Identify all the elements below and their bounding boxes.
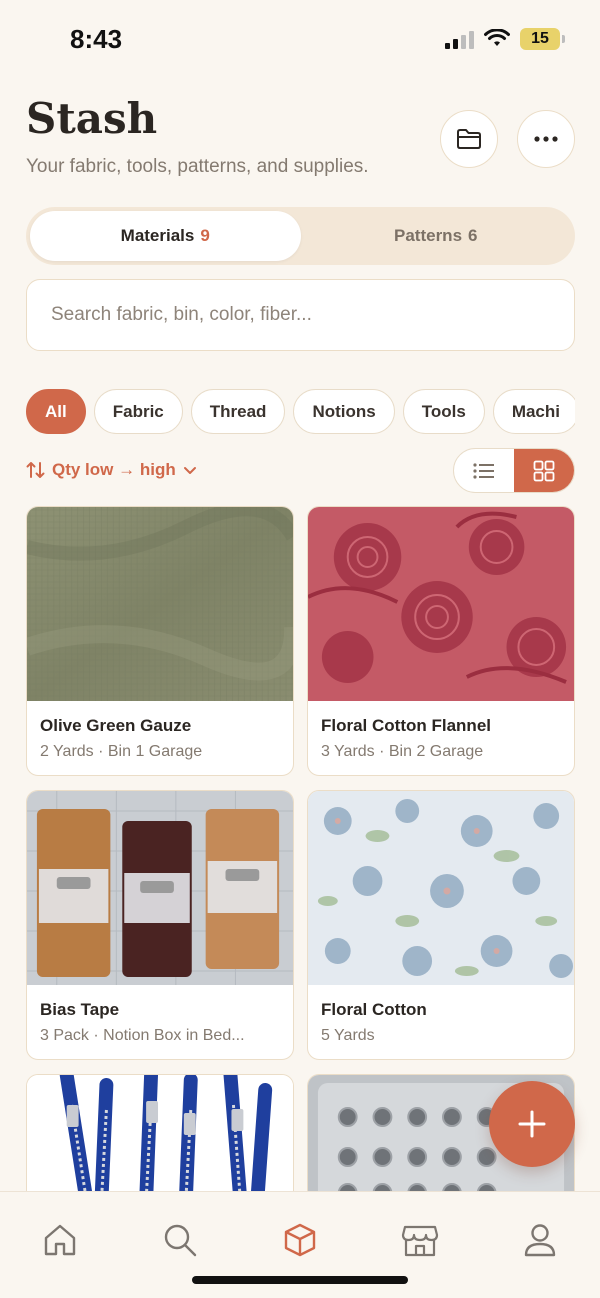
home-indicator bbox=[192, 1276, 408, 1284]
material-card[interactable]: Floral Cotton 5 Yards bbox=[307, 790, 575, 1060]
search-icon bbox=[164, 1224, 197, 1257]
material-card[interactable] bbox=[26, 1074, 294, 1200]
chip-tools[interactable]: Tools bbox=[402, 389, 485, 434]
list-icon bbox=[473, 462, 494, 479]
folder-button[interactable] bbox=[440, 110, 498, 168]
material-name: Floral Cotton Flannel bbox=[321, 716, 491, 735]
material-photo bbox=[308, 791, 574, 985]
material-photo bbox=[27, 1075, 293, 1200]
chip-notions[interactable]: Notions bbox=[293, 389, 395, 434]
chip-machines[interactable]: Machi bbox=[492, 389, 575, 434]
store-icon bbox=[401, 1225, 439, 1257]
list-view-button[interactable] bbox=[454, 449, 514, 492]
folder-icon bbox=[457, 129, 481, 149]
signal-icon bbox=[445, 29, 474, 49]
page-title: Stash bbox=[26, 94, 158, 143]
segmented-control: Materials 9 Patterns 6 bbox=[26, 207, 575, 265]
material-card[interactable]: Olive Green Gauze 2 Yards · Bin 1 Garage bbox=[26, 506, 294, 776]
view-toggle bbox=[453, 448, 575, 493]
tab-search[interactable] bbox=[160, 1220, 200, 1260]
wifi-icon bbox=[484, 29, 510, 46]
grid-view-button[interactable] bbox=[514, 449, 574, 492]
material-meta: 2 Yards · Bin 1 Garage bbox=[40, 743, 203, 760]
tab-materials-label: Materials bbox=[120, 226, 195, 245]
filter-chips: All Fabric Thread Notions Tools Machi bbox=[26, 389, 575, 435]
home-icon bbox=[44, 1224, 76, 1256]
material-meta: 5 Yards bbox=[321, 1027, 375, 1044]
chip-fabric[interactable]: Fabric bbox=[93, 389, 183, 434]
material-photo bbox=[308, 507, 574, 701]
material-photo bbox=[27, 791, 293, 985]
material-card[interactable]: Bias Tape 3 Pack · Notion Box in Bed... bbox=[26, 790, 294, 1060]
box-icon bbox=[284, 1223, 316, 1257]
material-photo bbox=[27, 507, 293, 701]
more-button[interactable] bbox=[517, 110, 575, 168]
grid-icon bbox=[533, 460, 555, 481]
material-meta: 3 Pack · Notion Box in Bed... bbox=[40, 1027, 245, 1044]
tab-home[interactable] bbox=[40, 1220, 80, 1260]
tab-patterns-label: Patterns bbox=[394, 226, 463, 245]
tab-materials[interactable]: Materials 9 bbox=[30, 211, 301, 261]
tab-profile[interactable] bbox=[520, 1220, 560, 1260]
tab-stash[interactable] bbox=[280, 1220, 320, 1260]
chevron-down-icon bbox=[183, 467, 196, 474]
search-input[interactable] bbox=[51, 304, 550, 326]
tab-patterns-count: 6 bbox=[468, 226, 478, 245]
search-box bbox=[26, 279, 575, 351]
status-icons: 15 bbox=[445, 28, 565, 50]
more-icon bbox=[534, 136, 558, 142]
tab-materials-count: 9 bbox=[200, 226, 210, 245]
profile-icon bbox=[524, 1224, 556, 1257]
sort-button[interactable]: Qty low → high bbox=[26, 458, 198, 482]
sort-label: Qty low → high bbox=[52, 460, 176, 479]
add-material-button[interactable] bbox=[489, 1081, 575, 1167]
battery-indicator: 15 bbox=[520, 28, 565, 50]
chip-all[interactable]: All bbox=[26, 389, 86, 434]
material-name: Olive Green Gauze bbox=[40, 716, 192, 735]
material-name: Floral Cotton bbox=[321, 1000, 427, 1019]
status-bar: 8:43 15 bbox=[0, 0, 600, 80]
tab-patterns[interactable]: Patterns 6 bbox=[301, 211, 572, 261]
plus-icon bbox=[518, 1110, 546, 1138]
tab-store[interactable] bbox=[400, 1220, 440, 1260]
material-meta: 3 Yards · Bin 2 Garage bbox=[321, 743, 484, 760]
sort-icon bbox=[26, 462, 45, 478]
chip-thread[interactable]: Thread bbox=[190, 389, 286, 434]
material-card[interactable]: Floral Cotton Flannel 3 Yards · Bin 2 Ga… bbox=[307, 506, 575, 776]
status-time: 8:43 bbox=[70, 24, 123, 54]
material-name: Bias Tape bbox=[40, 1000, 120, 1019]
page-subtitle: Your fabric, tools, patterns, and suppli… bbox=[26, 156, 369, 177]
